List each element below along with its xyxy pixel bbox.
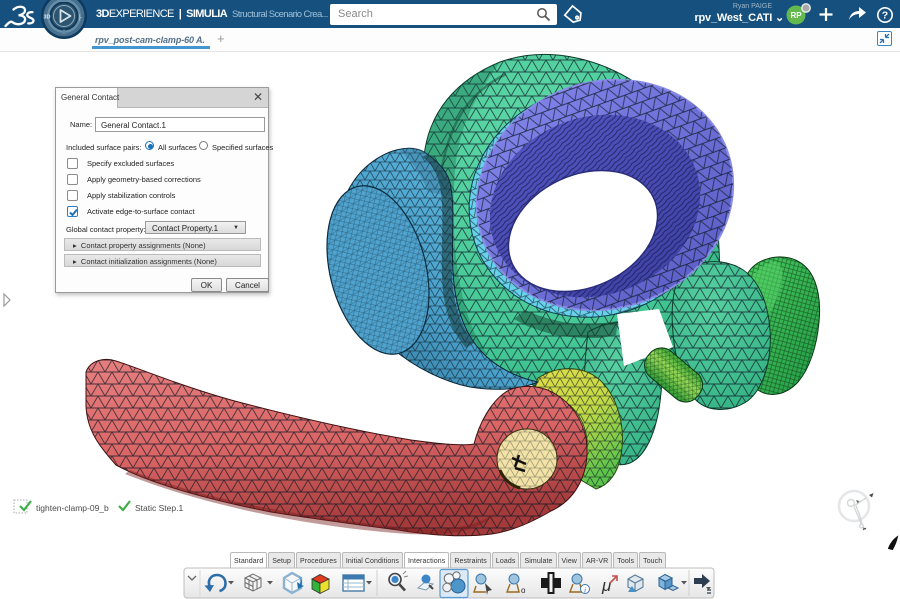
svg-text:Static Step.1: Static Step.1 [135, 503, 183, 513]
svg-text:o: o [521, 586, 526, 595]
svg-text:RP: RP [790, 11, 802, 20]
svg-text:├: ├ [78, 14, 82, 21]
svg-text:3D: 3D [44, 15, 51, 21]
svg-text:tighten-clamp-09_b: tighten-clamp-09_b [36, 503, 109, 513]
svg-text:?: ? [882, 10, 888, 22]
svg-text:i: i [584, 586, 586, 595]
svg-text:μ: μ [601, 576, 612, 595]
